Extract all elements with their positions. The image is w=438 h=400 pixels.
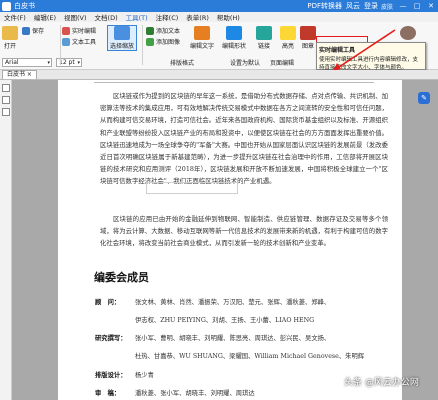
- floating-tool-button[interactable]: ✎: [418, 92, 430, 104]
- edit-icon: [62, 26, 70, 35]
- member-role-label: 排版设计：: [95, 372, 127, 379]
- member-names: 潘秋菱、张小军、胡晓丰、刘明耀、周琪达: [135, 390, 255, 397]
- text-tool-button[interactable]: 文本工具: [62, 37, 96, 46]
- font-name-select[interactable]: Arial ▾: [2, 58, 52, 67]
- add-text-icon: [146, 26, 154, 35]
- document-page: 区块链或作为提到的区块链的早年这一系统，是借助分布式数据存储、点对点传输、共识机…: [58, 80, 402, 400]
- select-zoom-button[interactable]: 选择缩放: [107, 25, 137, 51]
- title-bar: 白皮书 PDF转换器 风云 登录 皮肤 — □ ✕: [0, 0, 438, 12]
- comment-icon[interactable]: [2, 108, 10, 116]
- skin-button[interactable]: 皮肤: [378, 2, 396, 11]
- tooltip-title: 实时编辑工具: [319, 47, 356, 54]
- app-logo-icon: [2, 1, 11, 11]
- thumbnail-icon[interactable]: [2, 84, 10, 92]
- menu-item[interactable]: 编辑(E): [30, 12, 60, 22]
- avatar-icon: [400, 26, 416, 40]
- add-image-button[interactable]: 添加图像: [146, 37, 180, 46]
- member-row: 审 稿： 潘秋菱、张小军、胡晓丰、刘明耀、周琪达: [95, 388, 395, 397]
- link-icon: [256, 26, 272, 40]
- shape-icon: [226, 26, 242, 40]
- save-icon: [22, 26, 30, 35]
- menu-bar: 文件(F) 编辑(E) 视图(V) 文档(D) 工具(T) 注释(C) 表单(R) 帮助(H): [0, 12, 438, 22]
- user-avatar[interactable]: [400, 26, 416, 41]
- open-button[interactable]: 打开: [2, 26, 18, 50]
- member-row: 杜热、甘嘉恭、WU SHUANG、梁耀国、William Michael Gen…: [95, 351, 395, 360]
- pdf-converter-tab[interactable]: PDF转换器: [307, 1, 342, 11]
- text-selection-box: [146, 182, 238, 194]
- paragraph-1: 区块链或作为提到的区块链的早年这一系统，是借助分布式数据存储、点对点传输、共识机…: [100, 92, 388, 186]
- document-viewport[interactable]: 区块链或作为提到的区块链的早年这一系统，是借助分布式数据存储、点对点传输、共识机…: [12, 80, 438, 400]
- bookmark-icon[interactable]: [2, 96, 10, 104]
- link-button[interactable]: 链接: [256, 26, 272, 50]
- menu-item[interactable]: 表单(R): [182, 12, 213, 22]
- member-role-label: 研究撰写：: [95, 335, 127, 342]
- member-row: 研究撰写： 张小军、曹明、胡晓丰、刘明耀、陈思亮、周琪达、彭兴民、吴文扬、: [95, 333, 395, 342]
- folder-icon: [2, 26, 18, 40]
- add-text-button[interactable]: 添加文本: [146, 26, 180, 35]
- image-icon: [146, 37, 154, 46]
- menu-item[interactable]: 视图(V): [60, 12, 91, 22]
- login-link[interactable]: 登录: [364, 1, 378, 11]
- document-tab-strip: 白皮书 ×: [0, 70, 438, 80]
- page-edit-button[interactable]: 页面编辑: [270, 58, 294, 67]
- stamp-icon: [300, 26, 316, 40]
- menu-item[interactable]: 注释(C): [152, 12, 183, 22]
- member-role-label: 顾 问：: [95, 299, 121, 306]
- weight-format-button[interactable]: 排版格式: [170, 58, 194, 67]
- text-tool-icon: [62, 37, 70, 46]
- menu-item[interactable]: 文件(F): [0, 12, 30, 22]
- member-role-label: [95, 315, 135, 324]
- member-names: 杜热、甘嘉恭、WU SHUANG、梁耀国、William Michael Gen…: [135, 353, 365, 360]
- edit-text-icon: [194, 26, 210, 40]
- tooltip: 实时编辑工具 使用实时编辑工具进行内容编辑修改，支持直接修改文字大小、字体与颜色…: [316, 42, 426, 71]
- app-title: 白皮书: [14, 2, 35, 10]
- menu-item[interactable]: 帮助(H): [213, 12, 244, 22]
- menu-item[interactable]: 工具(T): [122, 12, 152, 22]
- document-tab[interactable]: 白皮书 ×: [2, 70, 37, 79]
- save-button[interactable]: 保存: [22, 26, 44, 35]
- stamp-button[interactable]: 图章: [300, 26, 316, 50]
- member-row: 伊志权、ZHU PEIYING、刘胡、王扬、王小蕾、LIAO HENG: [95, 315, 395, 324]
- watermark: 头条 @风云办公网: [344, 378, 419, 388]
- set-default-button[interactable]: 设置为默认: [230, 58, 260, 67]
- member-role-label: 审 稿：: [95, 390, 121, 397]
- zoom-icon: [114, 26, 130, 40]
- left-panel: [0, 80, 12, 400]
- highlight-button[interactable]: 高亮: [280, 26, 296, 50]
- member-row: 顾 问： 张文林、黄林、肖然、潘振荣、万汉阳、楚元、张辉、潘秋菱、郑峰、: [95, 297, 395, 306]
- edit-text-button[interactable]: 编辑文字: [190, 26, 214, 50]
- member-names: 杨少青: [135, 372, 154, 379]
- minimize-icon[interactable]: —: [396, 2, 410, 10]
- tooltip-body: 使用实时编辑工具进行内容编辑修改，支持直接修改文字大小、字体与颜色。: [319, 57, 419, 71]
- member-names: 张文林、黄林、肖然、潘振荣、万汉阳、楚元、张辉、潘秋菱、郑峰、: [135, 299, 331, 306]
- member-names: 伊志权、ZHU PEIYING、刘胡、王扬、王小蕾、LIAO HENG: [135, 317, 315, 324]
- paragraph-2: 区块链的应用已由开始的金融延伸到物联网、智能制造、供应链管理、数据存证及交易等多…: [100, 215, 388, 248]
- fengyun-tab[interactable]: 风云: [346, 1, 360, 11]
- close-icon[interactable]: ✕: [424, 2, 438, 10]
- member-role-label: [95, 351, 135, 360]
- menu-item[interactable]: 文档(D): [91, 12, 122, 22]
- edit-shape-button[interactable]: 编辑形状: [222, 26, 246, 50]
- maximize-icon[interactable]: □: [410, 2, 424, 10]
- member-names: 张小军、曹明、胡晓丰、刘明耀、陈思亮、周琪达、彭兴民、吴文扬、: [135, 335, 331, 342]
- highlight-icon: [280, 26, 296, 40]
- realtime-edit-button[interactable]: 实时编辑: [62, 26, 96, 35]
- heading-editorial-board: 编委会成员: [94, 271, 149, 284]
